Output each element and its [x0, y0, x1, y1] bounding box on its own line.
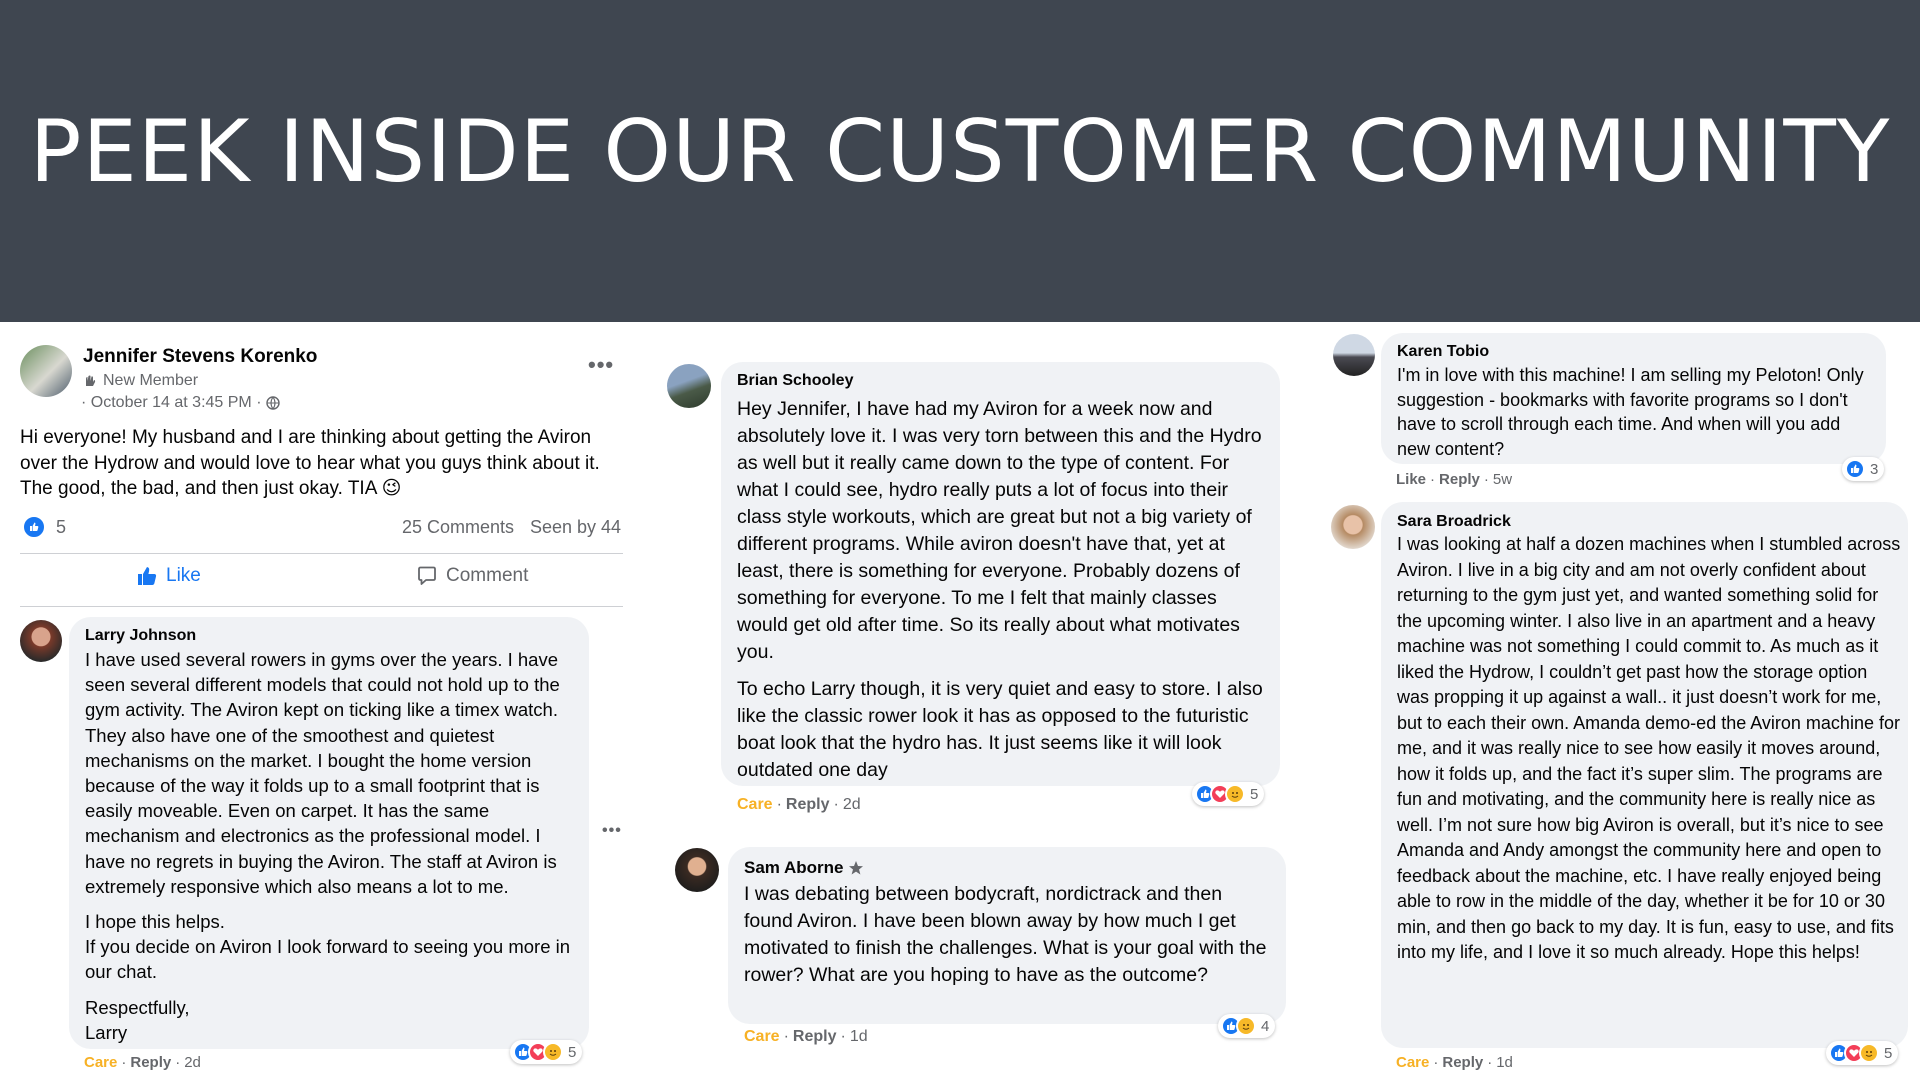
post-like-button[interactable]: Like: [136, 565, 201, 587]
larry-actions: Care · Reply · 2d: [84, 1054, 201, 1071]
sara-age[interactable]: 1d: [1496, 1054, 1513, 1071]
post-divider-bottom: [20, 606, 623, 607]
like-thumb-icon: [22, 515, 46, 539]
post-reaction-summary[interactable]: 5: [22, 515, 66, 539]
sara-react-count: 5: [1884, 1044, 1893, 1062]
larry-comment-bubble: Larry Johnson I have used several rowers…: [69, 617, 589, 1049]
comment-icon: [416, 565, 438, 587]
sam-para-1: I was debating between bodycraft, nordic…: [744, 883, 1267, 986]
brian-para-1: Hey Jennifer, I have had my Aviron for a…: [737, 398, 1262, 663]
sam-react-count: 4: [1261, 1017, 1270, 1035]
karen-avatar[interactable]: [1333, 334, 1375, 376]
banner: PEEK INSIDE OUR CUSTOMER COMMUNITY: [0, 0, 1920, 322]
sam-comment-text: I was debating between bodycraft, nordic…: [744, 881, 1276, 989]
sam-avatar[interactable]: [675, 848, 719, 892]
sara-para-1: I was looking at half a dozen machines w…: [1397, 534, 1901, 962]
larry-more-dots-icon[interactable]: •••: [602, 822, 622, 840]
brian-age[interactable]: 2d: [843, 796, 861, 813]
care-face-icon: [1225, 784, 1245, 804]
sam-age[interactable]: 1d: [850, 1028, 868, 1045]
larry-age[interactable]: 2d: [184, 1054, 201, 1071]
banner-title: PEEK INSIDE OUR CUSTOMER COMMUNITY: [29, 102, 1891, 202]
karen-actions: Like · Reply · 5w: [1396, 471, 1513, 488]
post-like-label[interactable]: Like: [166, 565, 201, 587]
karen-comment-bubble: Karen Tobio I'm in love with this machin…: [1381, 333, 1886, 464]
sam-reactions[interactable]: 4: [1218, 1014, 1276, 1038]
karen-age[interactable]: 5w: [1493, 471, 1512, 488]
karen-reply-link[interactable]: Reply: [1439, 471, 1480, 488]
post-timestamp[interactable]: · October 14 at 3:45 PM ·: [81, 394, 280, 412]
larry-reactions[interactable]: 5: [510, 1040, 583, 1064]
post-timestamp-text[interactable]: · October 14 at 3:45 PM ·: [81, 394, 262, 412]
brian-name[interactable]: Brian Schooley: [737, 372, 853, 390]
member-badge: New Member: [83, 372, 198, 390]
globe-icon: [265, 396, 280, 410]
care-face-icon: [543, 1042, 563, 1062]
brian-comment-text: Hey Jennifer, I have had my Aviron for a…: [737, 396, 1269, 784]
sara-care-link[interactable]: Care: [1396, 1054, 1429, 1071]
sara-name[interactable]: Sara Broadrick: [1397, 513, 1511, 531]
group-member-icon: [83, 374, 97, 388]
sam-name-row: Sam Aborne: [744, 858, 864, 878]
sam-actions: Care · Reply · 1d: [744, 1028, 868, 1045]
larry-para-3: Respectfully, Larry: [85, 996, 190, 1043]
larry-avatar[interactable]: [20, 620, 62, 662]
brian-reactions[interactable]: 5: [1192, 782, 1265, 806]
larry-para-1: I have used several rowers in gyms over …: [85, 649, 560, 897]
brian-care-link[interactable]: Care: [737, 796, 773, 813]
post-seen-by[interactable]: Seen by 44: [530, 517, 621, 538]
post-author-avatar[interactable]: [20, 345, 72, 397]
karen-react-count: 3: [1870, 460, 1879, 478]
larry-name[interactable]: Larry Johnson: [85, 627, 196, 645]
karen-name[interactable]: Karen Tobio: [1397, 343, 1489, 361]
sara-comment-text: I was looking at half a dozen machines w…: [1397, 532, 1903, 966]
sara-comment-bubble: Sara Broadrick I was looking at half a d…: [1381, 502, 1908, 1048]
post-divider-top: [20, 553, 623, 554]
like-thumb-icon: [136, 565, 158, 587]
post-comment-label[interactable]: Comment: [446, 565, 528, 587]
brian-comment-bubble: Brian Schooley Hey Jennifer, I have had …: [721, 362, 1280, 786]
sam-care-link[interactable]: Care: [744, 1028, 780, 1045]
like-thumb-icon: [1845, 459, 1865, 479]
brian-avatar[interactable]: [667, 364, 711, 408]
larry-react-count: 5: [568, 1043, 577, 1061]
sam-reply-link[interactable]: Reply: [793, 1028, 837, 1045]
care-face-icon: [1859, 1043, 1879, 1063]
post-comments-count[interactable]: 25 Comments: [402, 517, 514, 538]
sara-actions: Care · Reply · 1d: [1396, 1054, 1513, 1071]
post-author-name[interactable]: Jennifer Stevens Korenko: [83, 346, 317, 368]
care-face-icon: [1236, 1016, 1256, 1036]
larry-comment-text: I have used several rowers in gyms over …: [85, 647, 579, 1045]
brian-para-2: To echo Larry though, it is very quiet a…: [737, 678, 1263, 781]
post-more-dots-icon[interactable]: •••: [588, 352, 614, 378]
karen-reactions[interactable]: 3: [1842, 457, 1885, 481]
karen-para-1: I'm in love with this machine! I am sell…: [1397, 365, 1864, 459]
sam-comment-bubble: Sam Aborne I was debating between bodycr…: [728, 847, 1286, 1024]
star-badge-icon: [848, 860, 864, 876]
sara-reply-link[interactable]: Reply: [1442, 1054, 1483, 1071]
karen-comment-text: I'm in love with this machine! I am sell…: [1397, 363, 1877, 461]
post-comment-button[interactable]: Comment: [416, 565, 528, 587]
sara-avatar[interactable]: [1331, 505, 1375, 549]
post-text: Hi everyone! My husband and I are thinki…: [20, 427, 600, 500]
karen-like-link[interactable]: Like: [1396, 471, 1426, 488]
sara-reactions[interactable]: 5: [1826, 1041, 1899, 1065]
brian-reply-link[interactable]: Reply: [786, 796, 830, 813]
brian-react-count: 5: [1250, 785, 1259, 803]
member-badge-label: New Member: [103, 372, 199, 389]
sam-name[interactable]: Sam Aborne: [744, 858, 844, 878]
brian-actions: Care · Reply · 2d: [737, 796, 861, 813]
larry-reply-link[interactable]: Reply: [130, 1054, 171, 1071]
post-like-count: 5: [56, 516, 67, 537]
larry-para-2: I hope this helps. If you decide on Avir…: [85, 911, 571, 983]
larry-care-link[interactable]: Care: [84, 1054, 117, 1071]
